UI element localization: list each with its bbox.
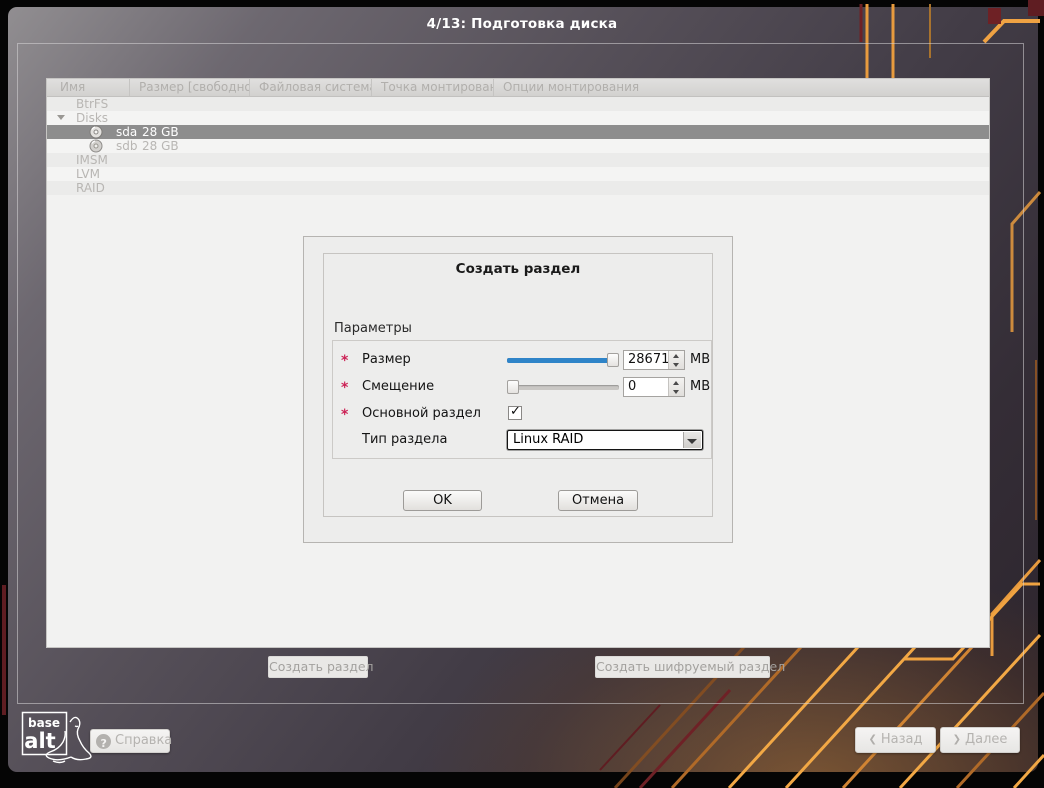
primary-partition-checkbox[interactable] [508,406,522,420]
column-header-name[interactable]: Имя [47,79,130,96]
required-asterisk: * [341,407,348,423]
column-header-size[interactable]: Размер [свободно] [130,79,250,96]
create-partition-button[interactable]: Создать раздел [268,656,368,678]
page-title: 4/13: Подготовка диска [0,16,1044,32]
offset-spinbox[interactable]: 0 [623,377,685,397]
table-row-imsm[interactable]: IMSM [47,153,989,167]
size-slider[interactable] [507,350,619,370]
parameters-section-label: Параметры [334,321,412,336]
spin-down-icon[interactable] [669,360,684,369]
chevron-down-icon[interactable] [57,115,65,121]
tree-item-label: RAID [76,181,105,195]
dialog-title: Создать раздел [324,261,712,277]
table-row-disks[interactable]: Disks [47,111,989,125]
tree-item-label: LVM [76,167,100,181]
column-header-mountoptions[interactable]: Опции монтирования [494,79,989,96]
table-header: Имя Размер [свободно] Файловая система Т… [47,79,989,97]
spin-buttons [668,351,684,369]
tree-item-label: IMSM [76,153,108,167]
column-header-filesystem[interactable]: Файловая система [250,79,372,96]
size-unit-label: MB [690,352,710,367]
offset-slider[interactable] [507,377,619,397]
chevron-left-icon: ❮ [869,734,877,745]
create-encrypted-partition-button[interactable]: Создать шифруемый раздел [595,656,770,678]
primary-field-row: * Основной раздел [324,404,712,424]
disk-icon [89,125,103,139]
cancel-button[interactable]: Отмена [558,490,638,511]
table-row-lvm[interactable]: LVM [47,167,989,181]
tree-item-label: BtrFS [76,97,108,111]
combo-arrow-icon[interactable] [683,432,701,448]
size-spinbox[interactable]: 28671 [623,350,685,370]
create-partition-dialog-body: Создать раздел Параметры * Размер 28671 … [323,253,713,517]
size-field-row: * Размер 28671 MB [324,350,712,370]
spin-up-icon[interactable] [669,351,684,360]
ok-button[interactable]: OK [403,490,482,511]
slider-fill [507,358,610,363]
table-row-sda[interactable]: sda 28 GB [47,125,989,139]
table-row-btrfs[interactable]: BtrFS [47,97,989,111]
spin-down-icon[interactable] [669,387,684,396]
back-button-label: Назад [881,732,923,747]
disk-icon [89,139,103,153]
type-field-row: Тип раздела Linux RAID [324,430,712,450]
question-icon [96,734,111,749]
create-partition-dialog: Создать раздел Параметры * Размер 28671 … [303,236,733,543]
offset-value[interactable]: 0 [628,378,668,396]
column-header-mountpoint[interactable]: Точка монтирования [372,79,494,96]
size-value[interactable]: 28671 [628,351,668,369]
partition-type-label: Тип раздела [362,432,447,447]
slider-handle[interactable] [607,353,619,367]
tree-item-label: sdb [116,139,138,153]
chevron-right-icon: ❯ [953,734,961,745]
required-asterisk: * [341,380,348,396]
table-row-raid[interactable]: RAID [47,181,989,195]
slider-handle[interactable] [507,380,519,394]
size-label: Размер [362,352,411,367]
back-button[interactable]: ❮ Назад [855,727,936,753]
partition-type-value: Linux RAID [513,432,583,447]
required-asterisk: * [341,353,348,369]
partition-type-select[interactable]: Linux RAID [507,430,703,450]
spin-up-icon[interactable] [669,378,684,387]
offset-field-row: * Смещение 0 MB [324,377,712,397]
offset-label: Смещение [362,379,434,394]
table-row-sdb[interactable]: sdb 28 GB [47,139,989,153]
help-button-label: Справка [115,733,172,748]
next-button[interactable]: ❯ Далее [940,727,1020,753]
disk-size: 28 GB [142,139,179,153]
disk-size: 28 GB [142,125,179,139]
help-button[interactable]: Справка [90,729,170,753]
next-button-label: Далее [965,732,1007,747]
slider-track[interactable] [507,385,619,390]
spin-buttons [668,378,684,396]
tree-item-label: Disks [76,111,108,125]
offset-unit-label: MB [690,379,710,394]
primary-partition-label: Основной раздел [362,406,481,421]
tree-item-label: sda [116,125,137,139]
